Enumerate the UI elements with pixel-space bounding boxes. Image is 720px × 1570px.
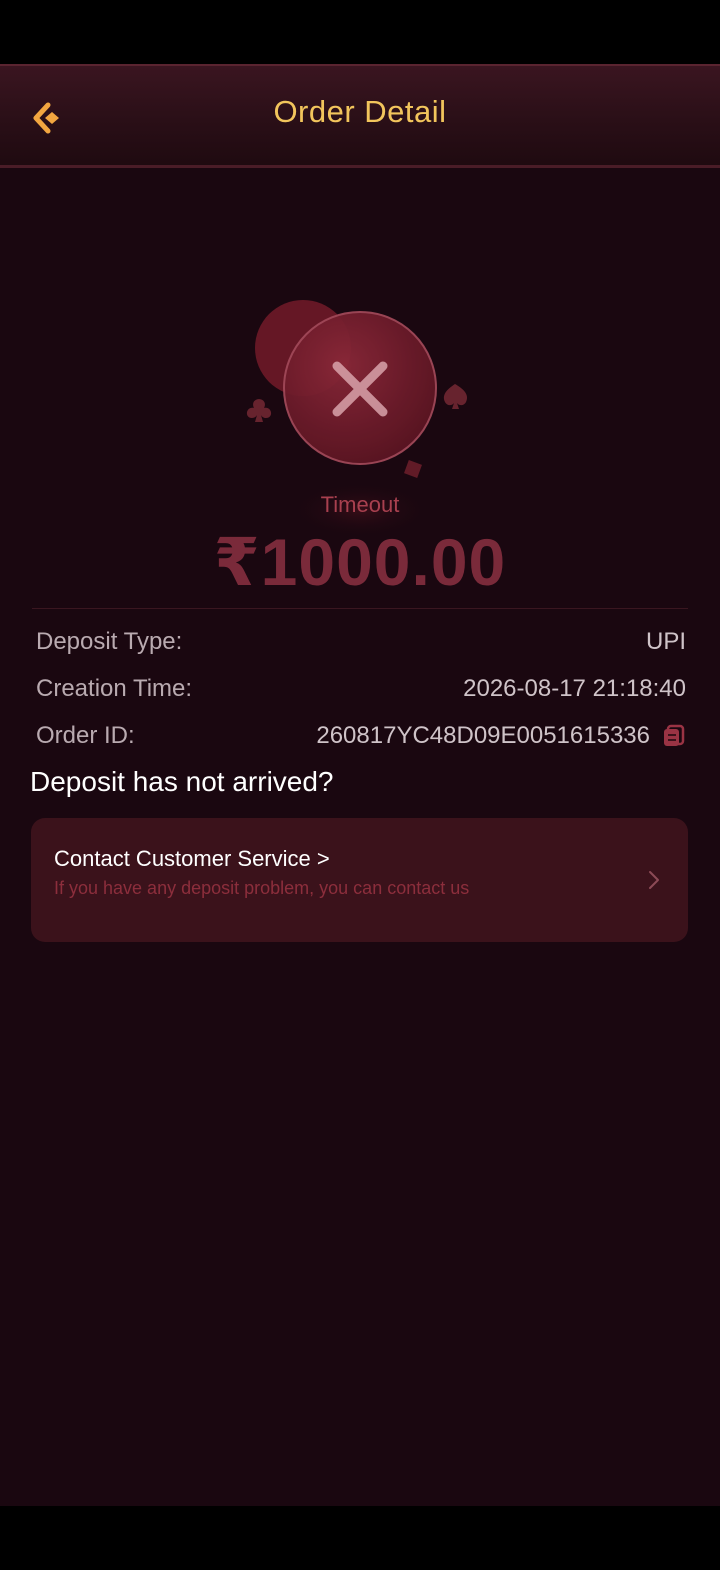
service-title: Contact Customer Service > <box>54 846 330 871</box>
divider <box>32 608 688 609</box>
copy-icon[interactable] <box>662 724 686 748</box>
deposit-type-label: Deposit Type: <box>36 628 183 655</box>
page-title: Order Detail <box>273 94 447 129</box>
order-id-group: 260817YC48D09E0051615336 <box>316 722 686 750</box>
order-id-row: Order ID: 260817YC48D09E0051615336 <box>36 720 686 752</box>
creation-time-row: Creation Time: 2026-08-17 21:18:40 <box>36 673 686 705</box>
order-id-label: Order ID: <box>36 722 135 749</box>
creation-time-value: 2026-08-17 21:18:40 <box>463 675 686 702</box>
contact-customer-service-card[interactable]: Contact Customer Service > If you have a… <box>31 818 688 942</box>
help-section-title: Deposit has not arrived? <box>30 766 334 797</box>
chevron-right-icon <box>649 871 659 889</box>
service-subtitle: If you have any deposit problem, you can… <box>54 878 470 898</box>
deposit-type-row: Deposit Type: UPI <box>36 626 686 658</box>
status-label: Timeout <box>320 492 400 517</box>
order-id-value: 260817YC48D09E0051615336 <box>316 722 650 749</box>
system-nav-bar <box>0 1506 720 1570</box>
header-bar: Order Detail <box>0 64 720 168</box>
creation-time-label: Creation Time: <box>36 675 193 702</box>
status-bar <box>0 0 720 64</box>
order-detail-screen: Order Detail Timeout ₹1000.00 Deposit Ty… <box>0 64 720 1506</box>
deposit-type-value: UPI <box>645 628 686 655</box>
amount-value: ₹1000.00 <box>213 525 507 599</box>
